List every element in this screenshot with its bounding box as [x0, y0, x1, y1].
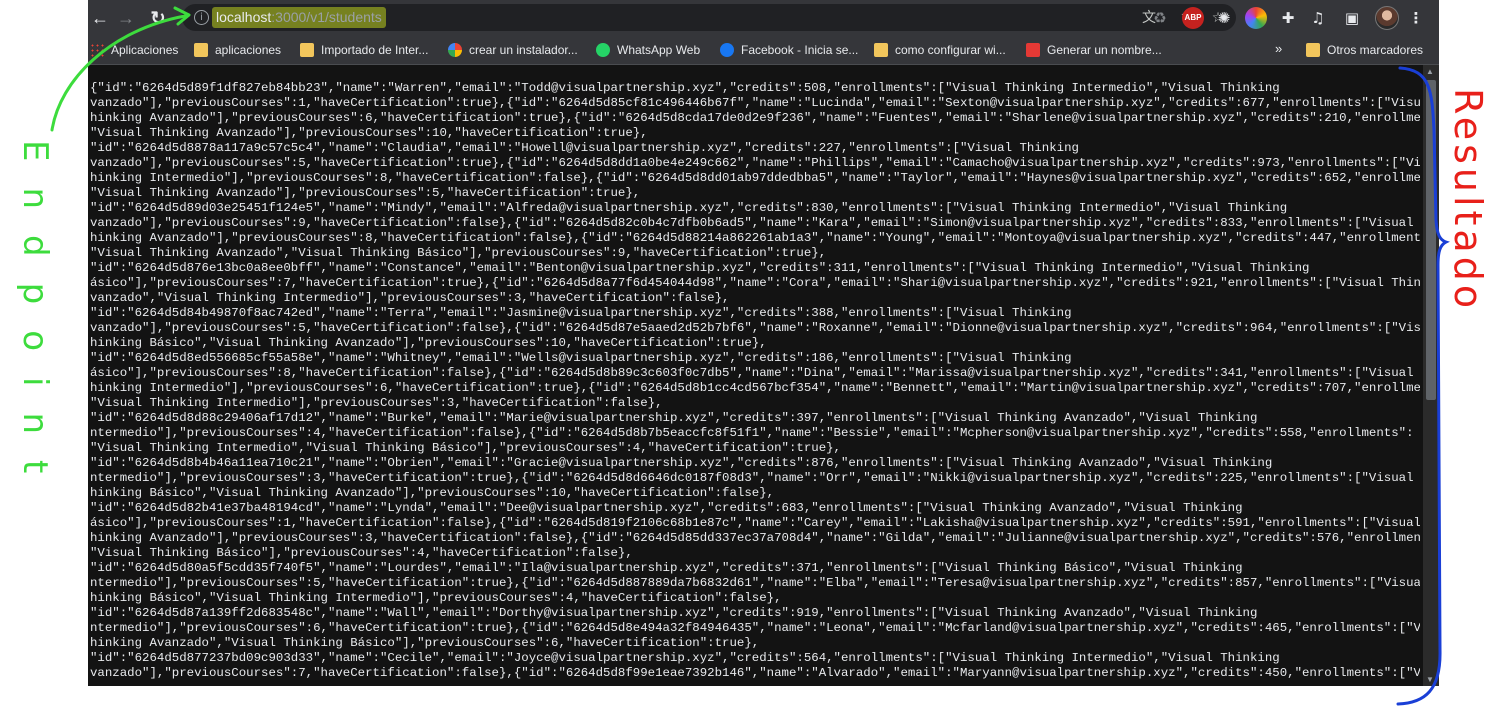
- bookmark-label: WhatsApp Web: [617, 42, 701, 57]
- whatsapp-icon: [596, 42, 610, 57]
- media-control-icon[interactable]: ♫: [1306, 6, 1330, 30]
- menu-icon[interactable]: ⋮: [1404, 6, 1428, 30]
- url-path: :3000/v1/students: [271, 9, 382, 25]
- endpoint-annotation-label: Endpoint: [15, 140, 55, 499]
- bookmark-label: aplicaciones: [215, 42, 282, 57]
- profile-avatar[interactable]: [1375, 6, 1399, 30]
- bookmark-aplicaciones-apps[interactable]: Aplicaciones: [90, 35, 178, 64]
- scroll-down-arrow-icon[interactable]: ▼: [1426, 675, 1434, 684]
- openai-extension-icon[interactable]: ✺: [1212, 6, 1236, 30]
- bookmark-label: Facebook - Inicia se...: [741, 42, 859, 57]
- browser-toolbar: ← → ↻ i localhost:3000/v1/students 文 ⇪ ☆…: [88, 0, 1439, 35]
- json-response-text: {"id":"6264d5d89f1df827eb84bb23","name":…: [90, 81, 1420, 680]
- address-bar[interactable]: i localhost:3000/v1/students 文 ⇪ ☆: [182, 4, 1236, 31]
- bookmarks-overflow-button[interactable]: »: [1275, 41, 1282, 56]
- bookmark-label: Aplicaciones: [111, 42, 179, 57]
- side-panel-icon[interactable]: ▣: [1340, 6, 1364, 30]
- folder-icon: [874, 42, 888, 57]
- bookmark-aplicaciones-folder[interactable]: aplicaciones: [194, 35, 281, 64]
- back-button[interactable]: ←: [88, 6, 112, 30]
- facebook-icon: [720, 42, 734, 57]
- puzzle-icon[interactable]: ✚: [1276, 6, 1300, 30]
- f-icon: [1026, 42, 1040, 57]
- apps-grid-icon: [90, 42, 104, 57]
- url-host: localhost: [216, 9, 272, 25]
- bookmark-label: Importado de Inter...: [321, 42, 429, 57]
- bookmark-label: Generar un nombre...: [1047, 42, 1162, 57]
- folder-icon: [300, 42, 314, 57]
- bookmarks-bar: Aplicaciones aplicaciones Importado de I…: [88, 35, 1439, 65]
- site-info-icon[interactable]: i: [194, 10, 209, 25]
- folder-icon: [1306, 42, 1320, 57]
- color-picker-extension-icon[interactable]: [1245, 7, 1267, 29]
- bookmark-generar-nombre[interactable]: Generar un nombre...: [1026, 35, 1162, 64]
- folder-icon: [194, 42, 208, 57]
- google-icon: [448, 42, 462, 57]
- bookmark-label: crear un instalador...: [469, 42, 578, 57]
- vertical-scrollbar[interactable]: ▲ ▼: [1423, 65, 1439, 686]
- reload-button[interactable]: ↻: [146, 6, 170, 30]
- page-content: {"id":"6264d5d89f1df827eb84bb23","name":…: [88, 65, 1423, 686]
- browser-window: ← → ↻ i localhost:3000/v1/students 文 ⇪ ☆…: [88, 0, 1439, 686]
- resultado-annotation-label: Resultado: [1446, 88, 1490, 312]
- bookmark-facebook[interactable]: Facebook - Inicia se...: [720, 35, 858, 64]
- url-text[interactable]: localhost:3000/v1/students: [216, 9, 382, 25]
- bookmark-label: como configurar wi...: [895, 42, 1006, 57]
- bookmark-label: Otros marcadores: [1327, 42, 1424, 57]
- bookmark-whatsapp[interactable]: WhatsApp Web: [596, 35, 700, 64]
- bookmark-otros-marcadores[interactable]: Otros marcadores: [1306, 35, 1423, 64]
- scroll-thumb[interactable]: [1426, 80, 1436, 400]
- extension-recycle-icon[interactable]: ♻: [1148, 6, 1172, 30]
- bookmark-configurar[interactable]: como configurar wi...: [874, 35, 1006, 64]
- adblock-plus-icon[interactable]: ABP: [1182, 7, 1204, 29]
- forward-button[interactable]: →: [114, 6, 138, 30]
- scroll-up-arrow-icon[interactable]: ▲: [1426, 67, 1434, 76]
- bookmark-crear-instalador[interactable]: crear un instalador...: [448, 35, 578, 64]
- bookmark-importado[interactable]: Importado de Inter...: [300, 35, 428, 64]
